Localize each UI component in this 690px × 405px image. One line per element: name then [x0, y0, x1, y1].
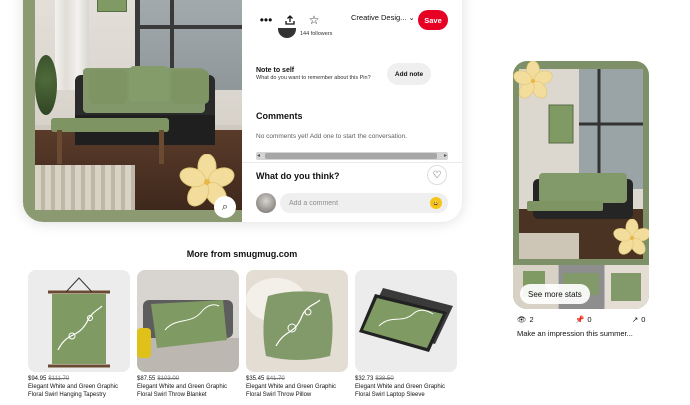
board-label: Creative Desig... [351, 13, 407, 22]
scroll-right-arrow-icon[interactable]: ▸ [444, 152, 447, 160]
product-image[interactable] [137, 270, 239, 372]
pin-image[interactable]: ⌕ [23, 0, 242, 222]
pin-closeup-card: ⌕ ••• ☆ Creative Desig... ⌄ Save 144 fol… [23, 0, 462, 222]
outbound-clicks-stat: ↗ 0 [632, 315, 646, 324]
follower-count: 144 followers [300, 31, 333, 37]
product-price: $32.73 $38.50 [355, 376, 394, 382]
throw-pillow [129, 66, 169, 102]
visual-search-icon[interactable]: ⌕ [214, 196, 236, 218]
product-image[interactable] [355, 270, 457, 372]
plant [35, 55, 57, 115]
pin-toolbar: ••• ☆ Creative Desig... ⌄ Save [242, 10, 462, 30]
product-name: Elegant White and Green Graphic Floral S… [246, 384, 337, 398]
chevron-down-icon: ⌄ [408, 13, 415, 22]
product-name: Elegant White and Green Graphic Floral S… [28, 384, 119, 398]
throw-pillow [171, 70, 209, 104]
product-name: Elegant White and Green Graphic Floral S… [137, 384, 228, 398]
product-price: $87.55 $103.00 [137, 376, 180, 382]
saves-stat: 📌 0 [575, 315, 592, 324]
scroll-left-arrow-icon[interactable]: ◂ [257, 152, 260, 160]
board-dropdown[interactable]: Creative Desig... ⌄ [351, 13, 415, 22]
product-image[interactable] [28, 270, 130, 372]
no-comments-text: No comments yet! Add one to start the co… [256, 133, 408, 140]
bench [51, 118, 169, 132]
comments-heading: Comments [256, 111, 303, 121]
add-note-button[interactable]: Add note [387, 63, 431, 85]
throw-pillow [89, 70, 127, 104]
side-pin-card[interactable]: See more stats [513, 61, 649, 309]
plumeria-flower-icon [513, 61, 553, 99]
product-name: Elegant White and Green Graphic Floral S… [355, 384, 446, 398]
throw-pillow-image [246, 270, 348, 372]
pin-icon: 📌 [575, 315, 585, 324]
eye-icon: 👁 [517, 315, 527, 324]
pin-details-panel: ••• ☆ Creative Desig... ⌄ Save 144 follo… [242, 0, 462, 222]
laptop-sleeve-image [355, 270, 457, 372]
impressions-stat: 👁 2 [517, 315, 534, 324]
hanging-tapestry-image [28, 270, 130, 372]
save-button[interactable]: Save [418, 10, 448, 30]
author-avatar[interactable] [278, 28, 296, 38]
see-more-stats-button[interactable]: See more stats [520, 284, 590, 304]
more-from-heading: More from smugmug.com [186, 249, 298, 259]
side-pin-thumbnails: See more stats [513, 265, 649, 309]
outbound-arrow-icon: ↗ [632, 315, 639, 324]
throw-blanket-image [137, 270, 239, 372]
note-title: Note to self [256, 67, 295, 74]
wall-tapestry [97, 0, 127, 12]
side-pin-title[interactable]: Make an impression this summer... [517, 329, 633, 338]
divider [242, 162, 462, 163]
more-horizontal-icon[interactable]: ••• [256, 10, 276, 30]
scrollbar-thumb[interactable] [265, 153, 437, 159]
share-upload-icon[interactable] [280, 10, 300, 30]
product-card[interactable]: $35.45 $41.70 Elegant White and Green Gra… [246, 270, 348, 399]
product-card[interactable]: $94.95 $111.70 Elegant White and Green Gr… [28, 270, 130, 399]
user-avatar[interactable] [256, 193, 276, 213]
heart-icon[interactable]: ♡ [427, 165, 447, 185]
comment-input[interactable] [280, 193, 448, 213]
product-price: $35.45 $41.70 [246, 376, 285, 382]
horizontal-scrollbar[interactable]: ◂ ▸ [256, 152, 448, 160]
note-subtitle: What do you want to remember about this … [256, 75, 371, 81]
star-icon[interactable]: ☆ [304, 10, 324, 30]
plumeria-flower-icon [613, 219, 649, 255]
feedback-heading: What do you think? [256, 171, 340, 181]
product-image[interactable] [246, 270, 348, 372]
rug [35, 165, 135, 210]
product-card[interactable]: $32.73 $38.50 Elegant White and Green Gra… [355, 270, 457, 399]
pinterest-page: ⌕ ••• ☆ Creative Desig... ⌄ Save 144 fol… [0, 0, 690, 405]
emoji-icon[interactable]: 😀 [430, 197, 442, 209]
product-card[interactable]: $87.55 $103.00 Elegant White and Green Gr… [137, 270, 239, 399]
product-price: $94.95 $111.70 [28, 376, 70, 382]
